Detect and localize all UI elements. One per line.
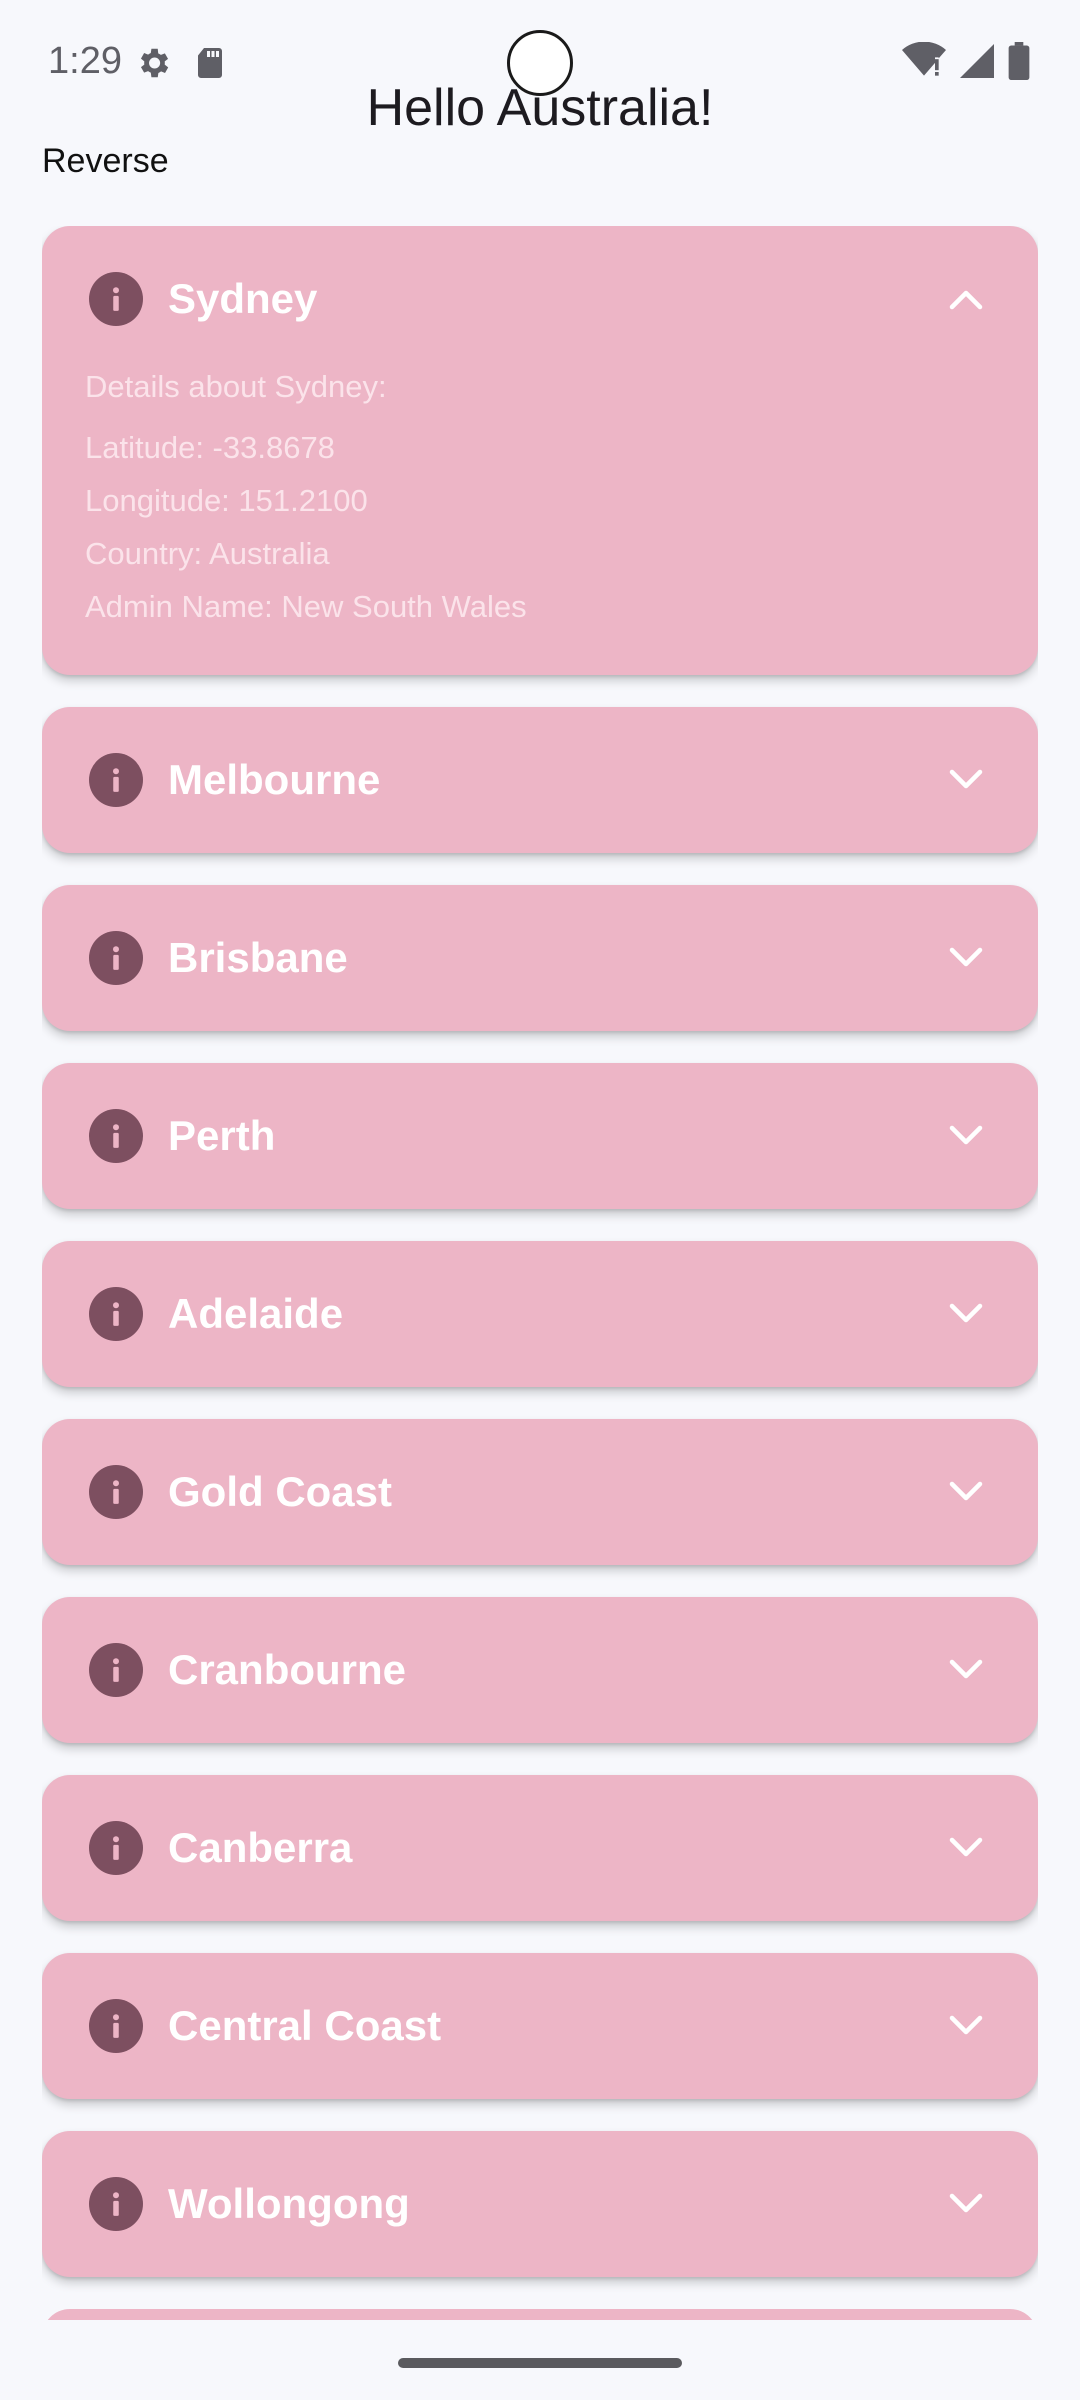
- city-name: Wollongong: [168, 2180, 410, 2227]
- info-icon: [89, 931, 143, 985]
- admin-name-text: Admin Name: New South Wales: [85, 589, 527, 624]
- chevron-down-icon[interactable]: [946, 1828, 986, 1868]
- app-title: Hello Australia!: [366, 79, 714, 137]
- city-card-header[interactable]: Gold Coast: [42, 1419, 1038, 1565]
- city-card: Wollongong: [42, 2131, 1038, 2277]
- city-name: Canberra: [168, 1824, 353, 1871]
- city-name: Cranbourne: [168, 1646, 407, 1693]
- info-icon: [89, 1109, 143, 1163]
- status-time: 1:29: [48, 40, 122, 82]
- city-card: Gold Coast: [42, 1419, 1038, 1565]
- city-name: Central Coast: [168, 2002, 442, 2049]
- chevron-down-icon[interactable]: [946, 1116, 986, 1156]
- chevron-down-icon[interactable]: [946, 2184, 986, 2224]
- chevron-down-icon[interactable]: [946, 1472, 986, 1512]
- city-name: Melbourne: [168, 756, 381, 803]
- city-card: Cranbourne: [42, 1597, 1038, 1743]
- city-card-header[interactable]: Canberra: [42, 1775, 1038, 1921]
- city-card-header[interactable]: Cranbourne: [42, 1597, 1038, 1743]
- city-card-partial[interactable]: [42, 2309, 1038, 2320]
- longitude-text: Longitude: 151.2100: [85, 483, 368, 518]
- latitude-text: Latitude: -33.8678: [85, 430, 335, 465]
- city-card: Central Coast: [42, 1953, 1038, 2099]
- city-details: Details about Sydney: Latitude: -33.8678 L…: [42, 360, 1038, 675]
- city-name: Gold Coast: [168, 1468, 393, 1515]
- city-name: Adelaide: [168, 1290, 344, 1337]
- city-name: Perth: [168, 1112, 276, 1159]
- city-card-header[interactable]: Perth: [42, 1063, 1038, 1209]
- reverse-button[interactable]: Reverse: [42, 142, 169, 181]
- country-text: Country: Australia: [85, 536, 330, 571]
- info-icon: [89, 2177, 143, 2231]
- chevron-down-icon[interactable]: [946, 1294, 986, 1334]
- city-card-header[interactable]: Central Coast: [42, 1953, 1038, 2099]
- info-icon: [89, 1287, 143, 1341]
- home-indicator[interactable]: [398, 2358, 682, 2368]
- info-icon: [89, 1465, 143, 1519]
- chevron-down-icon[interactable]: [946, 938, 986, 978]
- city-name: Brisbane: [168, 934, 348, 981]
- city-card: Melbourne: [42, 707, 1038, 853]
- info-icon: [89, 1999, 143, 2053]
- info-icon: [89, 1643, 143, 1697]
- chevron-down-icon[interactable]: [946, 760, 986, 800]
- city-card: Perth: [42, 1063, 1038, 1209]
- city-card-header[interactable]: Sydney: [42, 226, 1038, 372]
- city-card-header[interactable]: Wollongong: [42, 2131, 1038, 2277]
- info-icon: [89, 753, 143, 807]
- city-name: Sydney: [168, 275, 318, 322]
- city-card: Sydney Details about Sydney: Latitude: -33…: [42, 226, 1038, 675]
- city-card: Canberra: [42, 1775, 1038, 1921]
- city-list[interactable]: Sydney Details about Sydney: Latitude: -33…: [42, 226, 1038, 2320]
- city-card-header[interactable]: Adelaide: [42, 1241, 1038, 1387]
- chevron-up-icon[interactable]: [946, 279, 986, 319]
- city-card-header[interactable]: Melbourne: [42, 707, 1038, 853]
- chevron-down-icon[interactable]: [946, 2006, 986, 2046]
- city-card-header[interactable]: Brisbane: [42, 885, 1038, 1031]
- info-icon: [89, 1821, 143, 1875]
- city-card: Adelaide: [42, 1241, 1038, 1387]
- info-icon: [89, 272, 143, 326]
- city-card: Brisbane: [42, 885, 1038, 1031]
- chevron-down-icon[interactable]: [946, 1650, 986, 1690]
